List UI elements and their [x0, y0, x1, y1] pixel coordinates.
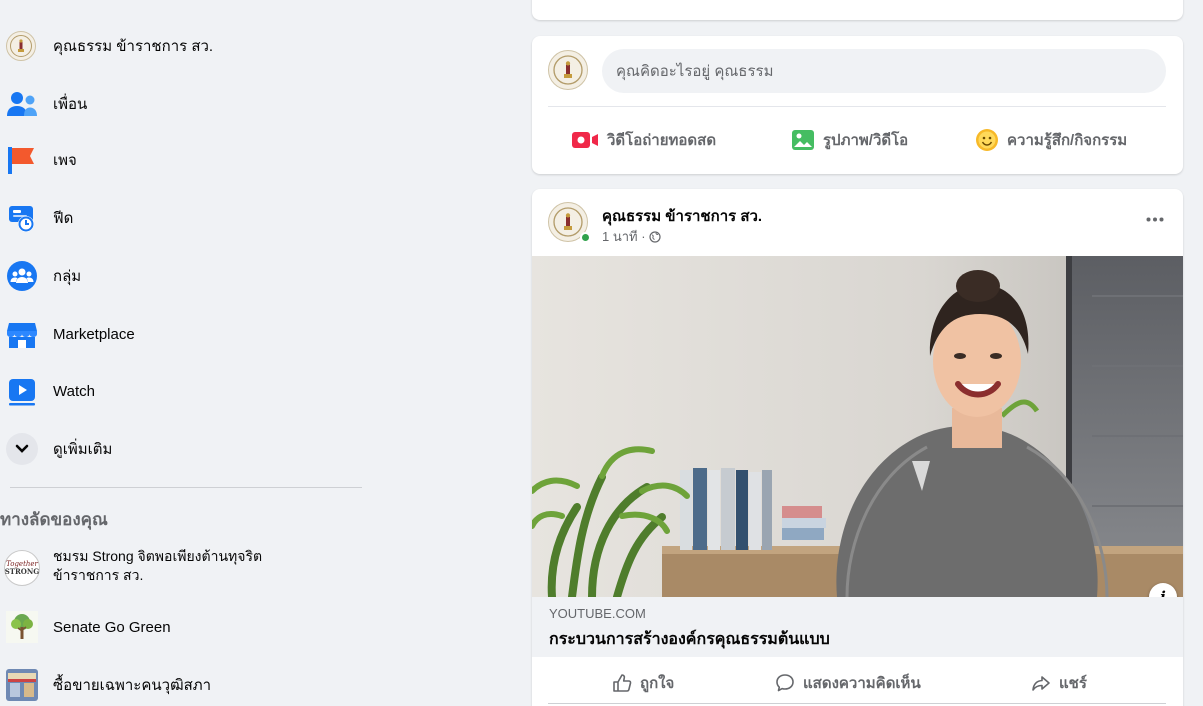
- post-meta: 1 นาที ·: [602, 226, 661, 247]
- sidebar-item-friends[interactable]: เพื่อน: [0, 79, 370, 129]
- watch-play-icon: [6, 375, 38, 407]
- shortcut-label-line1: ชมรม Strong จิตพอเพียงต้านทุจริต: [53, 548, 263, 564]
- shortcut-label: Senate Go Green: [53, 618, 171, 636]
- shortcut-label: ชมรม Strong จิตพอเพียงต้านทุจริต ข้าราชก…: [53, 547, 262, 585]
- shortcuts-title: ทางลัดของคุณ: [0, 510, 108, 529]
- post-composer: คุณคิดอะไรอยู่ คุณธรรม วิดีโอถ่ายทอดสด ร…: [532, 36, 1183, 174]
- link-preview[interactable]: YOUTUBE.COM กระบวนการสร้างองค์กรคุณธรรมต…: [532, 597, 1183, 657]
- groups-icon: [6, 260, 38, 292]
- post-bottom-divider: [548, 703, 1166, 704]
- like-label: ถูกใจ: [640, 675, 675, 692]
- together-strong-logo-icon: Together STRONG: [4, 550, 40, 586]
- share-icon: [1031, 673, 1051, 693]
- feeds-clock-icon: [6, 202, 38, 234]
- left-sidebar: คุณธรรม ข้าราชการ สว. เพื่อน เพจ ฟีด กลุ…: [0, 0, 370, 706]
- photo-icon: [791, 129, 815, 151]
- sidebar-item-see-more[interactable]: ดูเพิ่มเติม: [0, 424, 370, 474]
- link-title: กระบวนการสร้างองค์กรคุณธรรมต้นแบบ: [549, 631, 830, 648]
- link-domain: YOUTUBE.COM: [549, 606, 646, 621]
- shortcut-label-line2: ข้าราชการ สว.: [53, 567, 144, 583]
- live-video-icon: [571, 130, 599, 150]
- post-author-name[interactable]: คุณธรรม ข้าราชการ สว.: [602, 204, 762, 228]
- market-stall-icon: [6, 669, 38, 701]
- sidebar-item-label: เพื่อน: [53, 96, 88, 113]
- sidebar-item-watch[interactable]: Watch: [0, 366, 370, 416]
- comment-label: แสดงความคิดเห็น: [803, 675, 921, 692]
- live-video-button[interactable]: วิดีโอถ่ายทอดสด: [571, 120, 716, 160]
- shortcut-label: ซื้อขายเฉพาะคนวุฒิสภา: [53, 677, 212, 694]
- sidebar-divider: [10, 487, 362, 488]
- sidebar-item-label: ดูเพิ่มเติม: [53, 441, 113, 458]
- post-more-options-button[interactable]: [1141, 209, 1169, 229]
- more-dots-icon: [1146, 217, 1164, 221]
- sidebar-item-profile[interactable]: คุณธรรม ข้าราชการ สว.: [0, 21, 370, 71]
- globe-icon: [648, 230, 661, 243]
- sidebar-item-label: ฟีด: [53, 210, 74, 227]
- sidebar-item-label: กลุ่ม: [53, 268, 82, 285]
- comment-button[interactable]: แสดงความคิดเห็น: [775, 665, 921, 701]
- shortcut-item-senate-go-green[interactable]: Senate Go Green: [0, 602, 370, 652]
- feeling-activity-label: ความรู้สึก/กิจกรรม: [1007, 132, 1128, 149]
- sidebar-item-feeds[interactable]: ฟีด: [0, 193, 370, 243]
- shortcut-item-senate-market[interactable]: ซื้อขายเฉพาะคนวุฒิสภา: [0, 660, 370, 706]
- pages-flag-icon: [6, 144, 38, 176]
- video-thumbnail[interactable]: i: [532, 256, 1183, 597]
- sidebar-item-label: Watch: [53, 382, 95, 400]
- video-frame-image: [532, 256, 1183, 597]
- like-button[interactable]: ถูกใจ: [612, 665, 674, 701]
- sidebar-item-pages[interactable]: เพจ: [0, 135, 370, 185]
- sidebar-item-marketplace[interactable]: Marketplace: [0, 309, 370, 359]
- friends-icon: [6, 88, 38, 120]
- see-more-circle: [6, 433, 38, 465]
- like-thumb-icon: [612, 673, 632, 693]
- feeling-smiley-icon: [975, 128, 999, 152]
- share-label: แชร์: [1059, 675, 1087, 692]
- previous-feed-card: [532, 0, 1183, 20]
- comment-icon: [775, 673, 795, 693]
- sidebar-item-label: เพจ: [53, 152, 77, 169]
- chevron-down-icon: [6, 433, 38, 465]
- sidebar-item-label: Marketplace: [53, 325, 135, 343]
- tree-icon: [6, 611, 38, 643]
- composer-avatar[interactable]: [548, 50, 588, 90]
- photo-video-button[interactable]: รูปภาพ/วิดีโอ: [791, 120, 908, 160]
- sidebar-item-groups[interactable]: กลุ่ม: [0, 251, 370, 301]
- feed-post: คุณธรรม ข้าราชการ สว. 1 นาที · i YOUTUBE…: [532, 189, 1183, 706]
- sidebar-profile-name: คุณธรรม ข้าราชการ สว.: [53, 38, 214, 55]
- online-status-dot: [580, 232, 591, 243]
- shortcut-item-strong-club[interactable]: Together STRONG ชมรม Strong จิตพอเพียงต้…: [0, 542, 370, 594]
- profile-avatar: [5, 30, 37, 62]
- photo-video-label: รูปภาพ/วิดีโอ: [823, 132, 909, 149]
- live-video-label: วิดีโอถ่ายทอดสด: [607, 132, 717, 149]
- share-button[interactable]: แชร์: [1031, 665, 1087, 701]
- composer-input[interactable]: คุณคิดอะไรอยู่ คุณธรรม: [602, 49, 1166, 93]
- feeling-activity-button[interactable]: ความรู้สึก/กิจกรรม: [975, 120, 1127, 160]
- marketplace-shop-icon: [6, 318, 38, 350]
- logo-text-strong: STRONG: [4, 567, 40, 576]
- composer-divider: [548, 106, 1166, 107]
- post-time[interactable]: 1 นาที ·: [602, 226, 646, 247]
